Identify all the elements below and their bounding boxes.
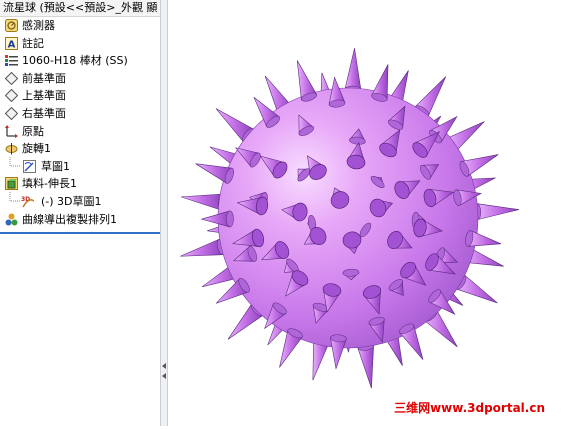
spike [200,210,234,228]
tree-item-label: 曲線導出複製排列1 [22,212,117,226]
revolve-icon [5,142,18,155]
tree-item-top-plane[interactable]: 上基準面 [0,87,160,105]
svg-text:3D: 3D [21,196,30,203]
plane-icon [5,71,18,85]
tree-item-sketch1[interactable]: 草圖1 [0,156,160,176]
tree-item-label: 草圖1 [41,159,70,173]
tree-item-label: 註記 [22,36,44,50]
sensor-icon [5,19,18,32]
tree-item-label: (-) 3D草圖1 [41,194,102,208]
part-title[interactable]: 流星球 (預設<<預設>_外觀 顯 [0,0,160,17]
spike [279,328,303,368]
collapse-arrows-icon[interactable] [161,362,167,380]
tree-item-label: 上基準面 [22,89,66,103]
tree-item-3d-sketch1[interactable]: 3D (-) 3D草圖1 [0,191,160,211]
panel-splitter[interactable] [160,0,168,426]
property-panel [0,234,160,426]
tree-item-right-plane[interactable]: 右基準面 [0,105,160,123]
tree-item-label: 旋轉1 [22,142,51,156]
spike [399,323,424,360]
spike [180,238,226,257]
tree-item-origin[interactable]: 原點 [0,123,160,141]
plane-icon [5,106,18,120]
curve-pattern-icon [5,213,18,226]
tree-connector-line [9,191,20,202]
material-icon [5,54,18,67]
tree-item-material[interactable]: 1060-H18 棒材 (SS) [0,52,160,70]
origin-icon [5,124,18,138]
svg-text:A: A [8,39,16,50]
tree-item-extrude1[interactable]: 填料-伸長1 [0,175,160,193]
spike [357,342,374,389]
spike [459,154,499,177]
tree-item-label: 1060-H18 棒材 (SS) [22,54,128,68]
spike [473,203,520,221]
spiky-ball-model [180,48,520,389]
tree-item-sensors[interactable]: 感測器 [0,17,160,35]
tree-connector-line [9,156,20,167]
tree-item-label: 前基準面 [22,71,66,85]
tree-item-front-plane[interactable]: 前基準面 [0,70,160,88]
sketch-icon [23,159,36,173]
tree-item-curve-pattern1[interactable]: 曲線導出複製排列1 [0,211,160,229]
spike [371,64,389,102]
tree-item-annotations[interactable]: A 註記 [0,35,160,53]
tree-item-label: 右基準面 [22,106,66,120]
spike [465,230,502,247]
tree-item-label: 原點 [22,124,44,138]
watermark-text: 三维网www.3dportal.cn [394,401,545,415]
plane-icon [5,89,18,103]
tree-item-revolve1[interactable]: 旋轉1 [0,140,160,158]
annotation-icon: A [5,36,18,50]
spike [296,60,318,102]
spike [330,334,347,370]
feature-manager-tree: 流星球 (預設<<預設>_外觀 顯 感測器 A 註記 1060-H18 棒材 (… [0,0,161,232]
tree-item-label: 填料-伸長1 [22,177,77,191]
extrude-icon [5,177,18,191]
spike [344,48,362,94]
tree-item-label: 感測器 [22,19,55,32]
graphics-area[interactable]: 三维网www.3dportal.cn [168,0,563,426]
3d-sketch-icon: 3D [21,195,34,208]
